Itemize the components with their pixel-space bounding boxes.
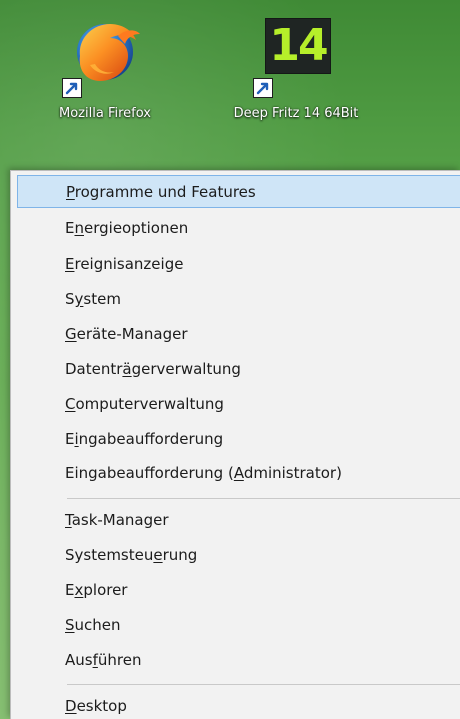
mnemonic-char: ä bbox=[122, 359, 132, 378]
menu-item-eingabeaufforderung-administrator[interactable]: Eingabeaufforderung (Administrator) bbox=[17, 456, 460, 489]
menu-item-suchen[interactable]: Suchen bbox=[17, 608, 460, 641]
winx-context-menu: Programme und Features Energieoptionen E… bbox=[10, 170, 460, 719]
mnemonic-char: P bbox=[66, 182, 75, 201]
firefox-icon bbox=[62, 12, 148, 98]
menu-separator bbox=[67, 498, 460, 499]
menu-item-label: Ausführen bbox=[65, 650, 142, 669]
menu-item-label: Eingabeaufforderung (Administrator) bbox=[65, 463, 342, 482]
mnemonic-char: e bbox=[153, 545, 163, 564]
mnemonic-char: y bbox=[74, 289, 84, 308]
mnemonic-char: G bbox=[65, 324, 77, 343]
menu-item-ereignisanzeige[interactable]: Ereignisanzeige bbox=[17, 247, 460, 280]
mnemonic-char: n bbox=[74, 218, 84, 237]
menu-item-systemsteuerung[interactable]: Systemsteuerung bbox=[17, 538, 460, 571]
shortcut-arrow-icon bbox=[62, 78, 82, 98]
deep-fritz-14-icon: 14 bbox=[253, 12, 339, 98]
menu-item-label: Computerverwaltung bbox=[65, 394, 224, 413]
menu-item-datentraegerverwaltung[interactable]: Datenträgerverwaltung bbox=[17, 352, 460, 385]
menu-item-eingabeaufforderung[interactable]: Eingabeaufforderung bbox=[17, 422, 460, 455]
menu-item-label: Ereignisanzeige bbox=[65, 254, 184, 273]
mnemonic-char: C bbox=[65, 394, 76, 413]
mnemonic-char: A bbox=[233, 463, 244, 482]
menu-item-label: Datenträgerverwaltung bbox=[65, 359, 241, 378]
mnemonic-char: T bbox=[65, 510, 72, 529]
mnemonic-char: x bbox=[74, 580, 84, 599]
menu-item-label: Systemsteuerung bbox=[65, 545, 198, 564]
menu-separator bbox=[67, 684, 460, 685]
mnemonic-char: D bbox=[65, 696, 77, 715]
menu-item-geraete-manager[interactable]: Geräte-Manager bbox=[17, 317, 460, 350]
menu-item-label: Geräte-Manager bbox=[65, 324, 188, 343]
mnemonic-char: i bbox=[74, 429, 79, 448]
mnemonic-char: E bbox=[65, 254, 75, 273]
menu-item-label: Explorer bbox=[65, 580, 128, 599]
menu-item-label: Energieoptionen bbox=[65, 218, 189, 237]
menu-item-label: System bbox=[65, 289, 121, 308]
menu-item-explorer[interactable]: Explorer bbox=[17, 573, 460, 606]
menu-item-task-manager[interactable]: Task-Manager bbox=[17, 503, 460, 536]
desktop-icon-label: Mozilla Firefox bbox=[59, 106, 151, 121]
menu-item-label: Task-Manager bbox=[65, 510, 169, 529]
mnemonic-char: S bbox=[65, 615, 75, 634]
menu-item-system[interactable]: System bbox=[17, 282, 460, 315]
menu-item-energieoptionen[interactable]: Energieoptionen bbox=[17, 211, 460, 244]
menu-item-computerverwaltung[interactable]: Computerverwaltung bbox=[17, 387, 460, 420]
menu-item-label: Suchen bbox=[65, 615, 121, 634]
shortcut-arrow-glyph-icon bbox=[256, 82, 269, 95]
deep-fritz-tile: 14 bbox=[265, 18, 331, 74]
menu-item-ausfuehren[interactable]: Ausführen bbox=[17, 643, 460, 676]
shortcut-arrow-icon bbox=[253, 78, 273, 98]
menu-item-label: Programme und Features bbox=[66, 182, 256, 201]
menu-item-desktop[interactable]: Desktop bbox=[17, 689, 460, 719]
desktop-icon-deep-fritz[interactable]: 14 Deep Fritz 14 64Bit bbox=[216, 12, 376, 162]
menu-item-programme-und-features[interactable]: Programme und Features bbox=[17, 175, 460, 208]
mnemonic-char: f bbox=[92, 650, 98, 669]
menu-item-label: Desktop bbox=[65, 696, 127, 715]
deep-fritz-tile-text: 14 bbox=[269, 20, 328, 71]
desktop-icon-firefox[interactable]: Mozilla Firefox bbox=[25, 12, 185, 162]
shortcut-arrow-glyph-icon bbox=[65, 82, 78, 95]
menu-item-label: Eingabeaufforderung bbox=[65, 429, 224, 448]
desktop-icon-label: Deep Fritz 14 64Bit bbox=[233, 106, 359, 121]
